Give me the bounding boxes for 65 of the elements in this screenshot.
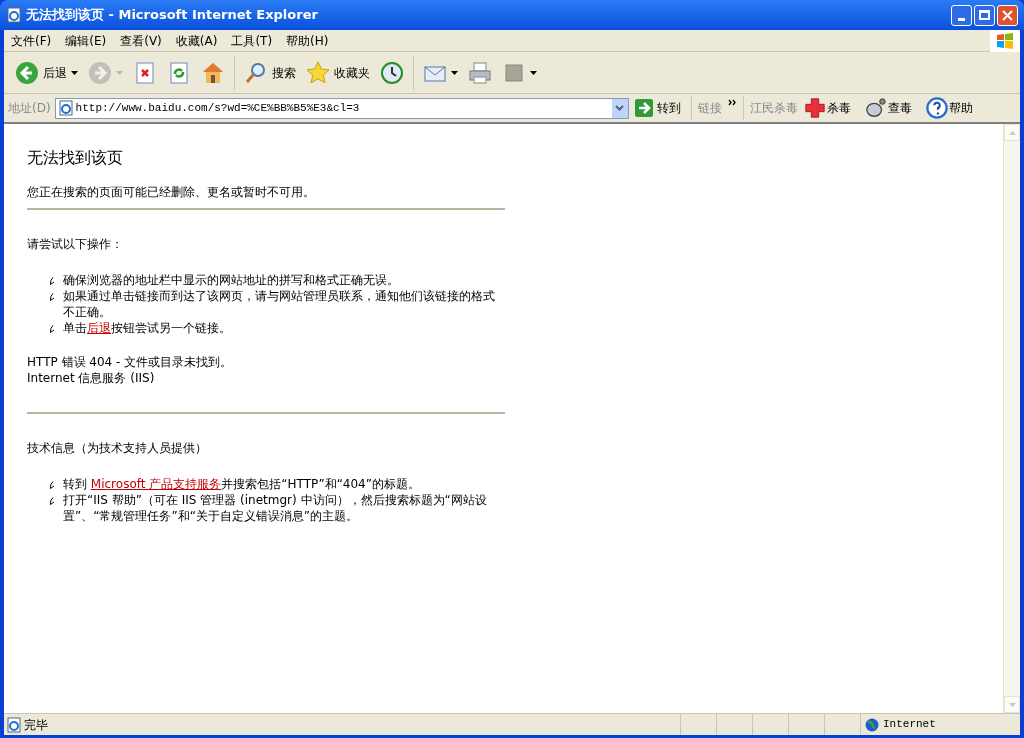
close-button[interactable] — [997, 4, 1018, 26]
intro-text: 您正在搜索的页面可能已经删除、更名或暂时不可用。 — [27, 184, 316, 200]
page-icon — [57, 100, 74, 116]
bullet-icon — [49, 497, 55, 505]
arrow-icon — [634, 99, 653, 117]
toolbar-button[interactable]: 查毒 — [864, 97, 912, 119]
minimize-button[interactable] — [951, 4, 972, 26]
bullet-icon — [49, 325, 55, 333]
printer-icon — [468, 60, 492, 85]
cross-icon — [803, 97, 826, 119]
window-title: 无法找到该页 - Microsoft Internet Explorer — [26, 6, 318, 25]
section-heading: 技术信息（为技术支持人员提供） — [27, 440, 208, 456]
list-item-text: 打开“IIS 帮助”（可在 IIS 管理器 (inetmgr) 中访问），然后搜索标题为“网站设置”、“常规管理任务”和“关于自定义错误消息”的主题。 — [63, 492, 488, 524]
globe-icon — [865, 717, 879, 732]
close-icon — [1002, 9, 1013, 21]
maximize-button[interactable] — [974, 4, 995, 26]
star-icon — [306, 60, 330, 85]
section-heading: 请尝试以下操作： — [27, 236, 124, 252]
up-arrow-icon — [1008, 130, 1016, 135]
stop-icon — [133, 60, 157, 85]
toolbar-button[interactable]: 杀毒 — [803, 97, 851, 119]
address-label: 地址(D) — [8, 100, 51, 117]
security-zone: Internet — [883, 717, 936, 733]
help-icon — [925, 97, 948, 119]
menu-item[interactable]: 工具(T) — [224, 31, 280, 50]
refresh-icon — [167, 60, 191, 85]
magnifier-icon — [864, 97, 887, 119]
chevron-icon[interactable] — [727, 99, 737, 106]
go-button[interactable]: 转到 — [632, 99, 683, 117]
menu-item[interactable]: 文件(F) — [4, 31, 59, 50]
toolbar-button[interactable]: 搜索 — [241, 54, 299, 91]
menu-item[interactable]: 收藏(A) — [168, 31, 225, 50]
error-text: HTTP 错误 404 - 文件或目录未找到。 — [27, 354, 234, 370]
list-item-text: 确保浏览器的地址栏中显示的网站地址的拼写和格式正确无误。 — [63, 272, 399, 288]
dropdown-button[interactable] — [611, 98, 628, 118]
link[interactable]: Microsoft 产品支持服务 — [90, 477, 222, 491]
page-heading: 无法找到该页 — [27, 148, 124, 168]
ie-page-icon — [6, 7, 22, 23]
toolbar-button[interactable]: 帮助 — [925, 97, 973, 119]
menu-item[interactable]: 查看(V) — [113, 31, 169, 50]
toolbar-label: 江民杀毒 — [749, 100, 798, 117]
bullet-icon — [49, 481, 55, 489]
server-text: Internet 信息服务 (IIS) — [27, 370, 156, 386]
house-icon — [201, 60, 225, 85]
search-icon — [244, 60, 268, 85]
caret-icon[interactable] — [530, 70, 537, 75]
bullet-icon — [49, 277, 55, 285]
caret-icon[interactable] — [71, 70, 78, 75]
caret-icon[interactable] — [451, 70, 458, 75]
page-icon — [6, 716, 22, 733]
caret-icon — [615, 105, 625, 111]
list-item-text: 如果通过单击链接而到达了该网页，请与网站管理员联系，通知他们该链接的格式不正确。 — [63, 288, 496, 320]
windows-flag-icon — [996, 32, 1014, 49]
list-item-text: 转到 Microsoft 产品支持服务并搜索包括“HTTP”和“404”的标题。 — [63, 476, 420, 492]
down-arrow-icon — [1008, 702, 1016, 707]
bullet-icon — [49, 293, 55, 301]
status-text: 完毕 — [24, 716, 48, 734]
list-item-text: 单击后退按钮尝试另一个链接。 — [63, 320, 231, 336]
clock-icon — [380, 60, 404, 85]
address-field[interactable]: http://www.baidu.com/s?wd=%CE%BB%B5%E3&cl=3 — [54, 97, 629, 119]
link[interactable]: 后退 — [87, 321, 111, 335]
toolbar-button[interactable]: 后退 — [12, 54, 81, 91]
menu-item[interactable]: 帮助(H) — [279, 31, 336, 50]
menu-item[interactable]: 编辑(E) — [58, 31, 114, 50]
toolbar-button[interactable]: 收藏夹 — [303, 54, 373, 91]
